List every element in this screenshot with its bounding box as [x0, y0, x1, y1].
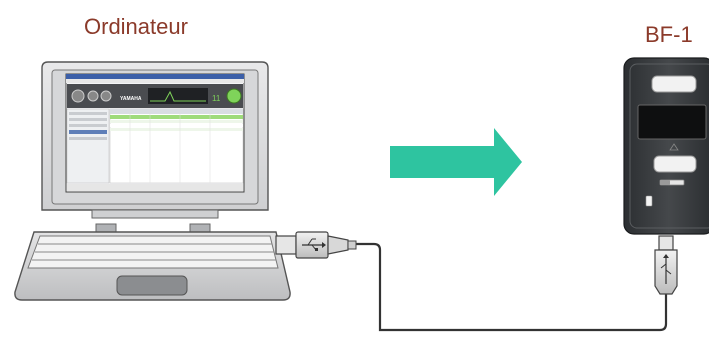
app-readout-text: 11: [212, 94, 221, 103]
device-middle-button: [653, 155, 697, 173]
usb-a-plug: [275, 231, 357, 259]
device-display: [637, 104, 707, 140]
direction-arrow: [390, 128, 522, 196]
bf1-device: [623, 57, 709, 235]
usb-cable: [354, 242, 668, 332]
touchpad: [116, 275, 188, 296]
device-top-button: [651, 75, 697, 93]
laptop-screen: YAMAHA 11: [65, 73, 245, 193]
usb-b-plug: [654, 235, 678, 295]
app-brand-text: YAMAHA: [120, 96, 142, 102]
device-indicator: [645, 195, 653, 207]
connection-diagram: YAMAHA 11: [14, 57, 709, 332]
laptop-illustration: YAMAHA 11: [14, 61, 291, 301]
